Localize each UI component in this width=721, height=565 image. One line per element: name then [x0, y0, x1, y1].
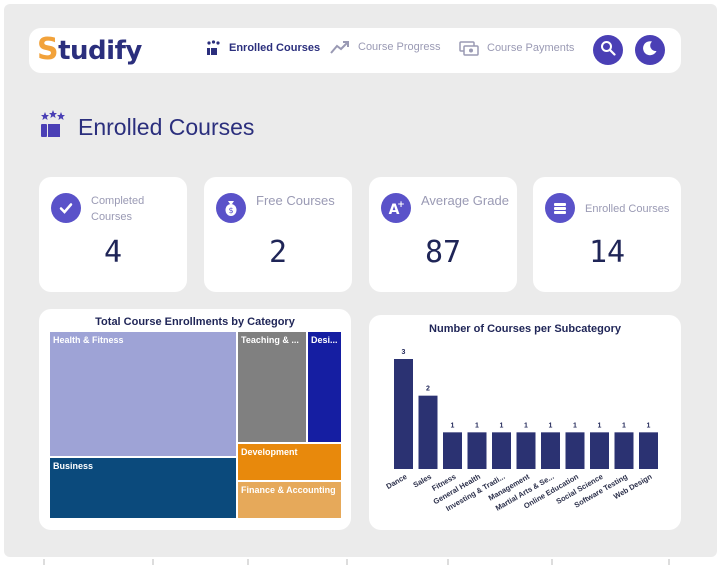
- treemap-tile[interactable]: Health & Fitness: [49, 331, 237, 457]
- stat-value: 14: [588, 235, 626, 270]
- nav-label: Course Progress: [358, 41, 441, 53]
- search-button[interactable]: [593, 35, 623, 65]
- nav-label: Course Payments: [487, 42, 575, 54]
- stat-label: Free Courses: [256, 193, 335, 208]
- stat-value: 2: [268, 235, 288, 270]
- top-navigation-bar: Studify Enrolled Courses Course Progress…: [29, 28, 681, 73]
- treemap-tile[interactable]: Development: [237, 443, 342, 481]
- bar[interactable]: [443, 432, 462, 469]
- bar-value-label: 1: [451, 422, 455, 429]
- bar[interactable]: [639, 432, 658, 469]
- bar-value-label: 1: [549, 422, 553, 429]
- treemap-panel: Total Course Enrollments by Category Hea…: [39, 309, 351, 530]
- theme-toggle-button[interactable]: [635, 35, 665, 65]
- award-stars-icon: [205, 40, 221, 56]
- bar-value-label: 3: [402, 349, 406, 356]
- nav-course-progress[interactable]: Course Progress: [330, 40, 441, 54]
- stat-card-average-grade: A + Average Grade 87: [369, 177, 517, 292]
- check-circle-icon: [51, 193, 81, 223]
- page-title-text: Enrolled Courses: [78, 113, 255, 140]
- payments-icon: [459, 40, 479, 56]
- treemap-tile[interactable]: Business: [49, 457, 237, 519]
- bar[interactable]: [467, 432, 487, 469]
- bar[interactable]: [418, 395, 438, 469]
- studify-logo[interactable]: Studify: [37, 32, 142, 67]
- books-stack-icon: [545, 193, 575, 223]
- svg-text:+: +: [397, 200, 405, 210]
- nav-enrolled-courses[interactable]: Enrolled Courses: [205, 40, 320, 56]
- bar-value-label: 1: [573, 422, 577, 429]
- bar-chart-panel: Number of Courses per Subcategory 3 Dance…: [369, 315, 681, 530]
- x-tick-label: Dance: [385, 472, 409, 491]
- treemap-tile[interactable]: Teaching & ...: [237, 331, 307, 443]
- stat-label: Enrolled Courses: [585, 203, 670, 215]
- award-stars-icon: [40, 110, 66, 144]
- treemap-title: Total Course Enrollments by Category: [95, 316, 295, 328]
- svg-text:$: $: [228, 206, 233, 215]
- trend-up-icon: [330, 40, 350, 54]
- bar[interactable]: [394, 359, 413, 469]
- nav-course-payments[interactable]: Course Payments: [459, 40, 574, 56]
- bar-value-label: 1: [598, 422, 602, 429]
- bar-chart: 3Dance2Sales1Fitness1General Health1Inve…: [385, 349, 658, 513]
- moon-icon: [642, 40, 658, 61]
- page-title: Enrolled Courses: [40, 110, 254, 144]
- bar[interactable]: [516, 432, 536, 469]
- treemap-tile[interactable]: Finance & Accounting: [237, 481, 342, 519]
- search-icon: [600, 40, 616, 61]
- nav-label: Enrolled Courses: [229, 42, 321, 54]
- bar-value-label: 1: [500, 422, 504, 429]
- stat-card-completed-courses: Completed Courses 4: [39, 177, 187, 292]
- stat-label: Average Grade: [421, 193, 509, 208]
- bar[interactable]: [492, 432, 511, 469]
- stat-label: Completed Courses: [91, 195, 145, 223]
- money-bag-icon: $: [216, 193, 246, 223]
- bar[interactable]: [565, 432, 585, 469]
- stat-value: 87: [424, 235, 462, 270]
- stat-value: 4: [103, 235, 123, 270]
- bar[interactable]: [614, 432, 634, 469]
- treemap-tile[interactable]: Desi...: [307, 331, 342, 443]
- stat-card-enrolled-courses: Enrolled Courses 14: [533, 177, 681, 292]
- bar-value-label: 1: [524, 422, 528, 429]
- bar-value-label: 1: [647, 422, 651, 429]
- bottom-ruler: [43, 559, 670, 565]
- bar-value-label: 2: [426, 386, 430, 393]
- bar[interactable]: [541, 432, 560, 469]
- stat-card-free-courses: $ Free Courses 2: [204, 177, 352, 292]
- bar-value-label: 1: [475, 422, 479, 429]
- bar[interactable]: [590, 432, 609, 469]
- grade-a-plus-icon: A +: [381, 193, 411, 223]
- bar-value-label: 1: [622, 422, 626, 429]
- x-tick-label: Sales: [412, 472, 433, 490]
